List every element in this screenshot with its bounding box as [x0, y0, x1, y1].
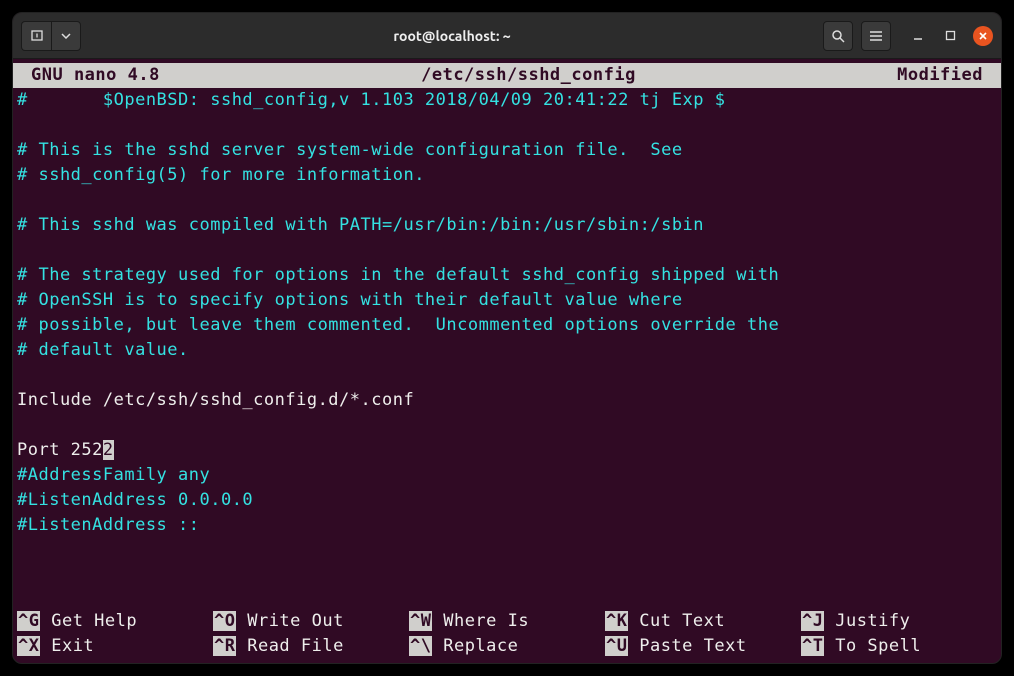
nano-status: Modified	[897, 63, 983, 88]
shortcut-key: ^G	[17, 611, 40, 631]
shortcut-label: Where Is	[432, 611, 529, 631]
shortcut-label: Replace	[432, 636, 518, 656]
window-controls	[909, 26, 993, 46]
shortcut-label: Exit	[40, 636, 94, 656]
shortcut-key: ^R	[213, 636, 236, 656]
editor-line: #ListenAddress 0.0.0.0	[17, 488, 997, 513]
shortcut-label: Justify	[824, 611, 910, 631]
terminal-body[interactable]: GNU nano 4.8 /etc/ssh/sshd_config Modifi…	[13, 59, 1001, 663]
maximize-icon	[945, 30, 956, 41]
shortcut-label: Get Help	[40, 611, 137, 631]
editor-line: # This is the sshd server system-wide co…	[17, 138, 997, 163]
shortcut-label: To Spell	[824, 636, 921, 656]
search-icon	[831, 29, 845, 43]
close-icon	[978, 31, 988, 41]
minimize-button[interactable]	[909, 27, 927, 45]
editor-line: Include /etc/ssh/sshd_config.d/*.conf	[17, 388, 997, 413]
shortcut-label: Paste Text	[628, 636, 746, 656]
tab-dropdown-button[interactable]	[51, 21, 81, 51]
editor-line: # possible, but leave them commented. Un…	[17, 313, 997, 338]
shortcut-item: ^O Write Out	[213, 609, 409, 634]
hamburger-icon	[869, 30, 883, 42]
shortcut-item: ^X Exit	[17, 634, 213, 659]
editor-line	[17, 238, 997, 263]
editor-line: # sshd_config(5) for more information.	[17, 163, 997, 188]
port-value: Port 252	[17, 440, 103, 460]
editor-line: Port 2522	[17, 438, 997, 463]
shortcut-item: ^\ Replace	[409, 634, 605, 659]
new-tab-button[interactable]	[21, 21, 51, 51]
shortcut-label: Read File	[236, 636, 343, 656]
shortcut-item: ^R Read File	[213, 634, 409, 659]
editor-line: # $OpenBSD: sshd_config,v 1.103 2018/04/…	[17, 88, 997, 113]
editor-line: # The strategy used for options in the d…	[17, 263, 997, 288]
editor-line	[17, 188, 997, 213]
shortcut-item: ^K Cut Text	[605, 609, 801, 634]
cursor: 2	[103, 440, 114, 460]
editor-line	[17, 113, 997, 138]
terminal-window: root@localhost: ~ GNU nan	[12, 12, 1002, 664]
editor-line	[17, 413, 997, 438]
titlebar: root@localhost: ~	[13, 13, 1001, 59]
chevron-down-icon	[61, 33, 71, 39]
titlebar-left-controls	[21, 21, 81, 51]
editor-content[interactable]: # $OpenBSD: sshd_config,v 1.103 2018/04/…	[13, 88, 1001, 609]
shortcut-key: ^\	[409, 636, 432, 656]
editor-line: # OpenSSH is to specify options with the…	[17, 288, 997, 313]
new-tab-icon	[30, 29, 44, 43]
shortcut-item: ^J Justify	[801, 609, 997, 634]
nano-header: GNU nano 4.8 /etc/ssh/sshd_config Modifi…	[13, 63, 1001, 88]
shortcut-item: ^T To Spell	[801, 634, 997, 659]
editor-line: # default value.	[17, 338, 997, 363]
shortcut-label: Cut Text	[628, 611, 725, 631]
editor-line: #ListenAddress ::	[17, 513, 997, 538]
shortcut-key: ^T	[801, 636, 824, 656]
nano-shortcuts: ^G Get Help^O Write Out^W Where Is^K Cut…	[13, 609, 1001, 659]
nano-version: GNU nano 4.8	[31, 63, 160, 88]
shortcut-item: ^U Paste Text	[605, 634, 801, 659]
menu-button[interactable]	[861, 21, 891, 51]
shortcut-key: ^K	[605, 611, 628, 631]
shortcut-key: ^U	[605, 636, 628, 656]
shortcut-key: ^O	[213, 611, 236, 631]
window-title: root@localhost: ~	[87, 28, 817, 44]
titlebar-right-controls	[823, 21, 993, 51]
close-button[interactable]	[973, 26, 993, 46]
shortcut-item: ^W Where Is	[409, 609, 605, 634]
editor-line: # This sshd was compiled with PATH=/usr/…	[17, 213, 997, 238]
search-button[interactable]	[823, 21, 853, 51]
shortcut-item: ^G Get Help	[17, 609, 213, 634]
editor-line: #AddressFamily any	[17, 463, 997, 488]
shortcut-key: ^X	[17, 636, 40, 656]
shortcut-key: ^J	[801, 611, 824, 631]
shortcut-label: Write Out	[236, 611, 343, 631]
nano-filepath: /etc/ssh/sshd_config	[160, 63, 897, 88]
minimize-icon	[912, 30, 924, 42]
editor-line	[17, 363, 997, 388]
maximize-button[interactable]	[941, 27, 959, 45]
shortcut-key: ^W	[409, 611, 432, 631]
